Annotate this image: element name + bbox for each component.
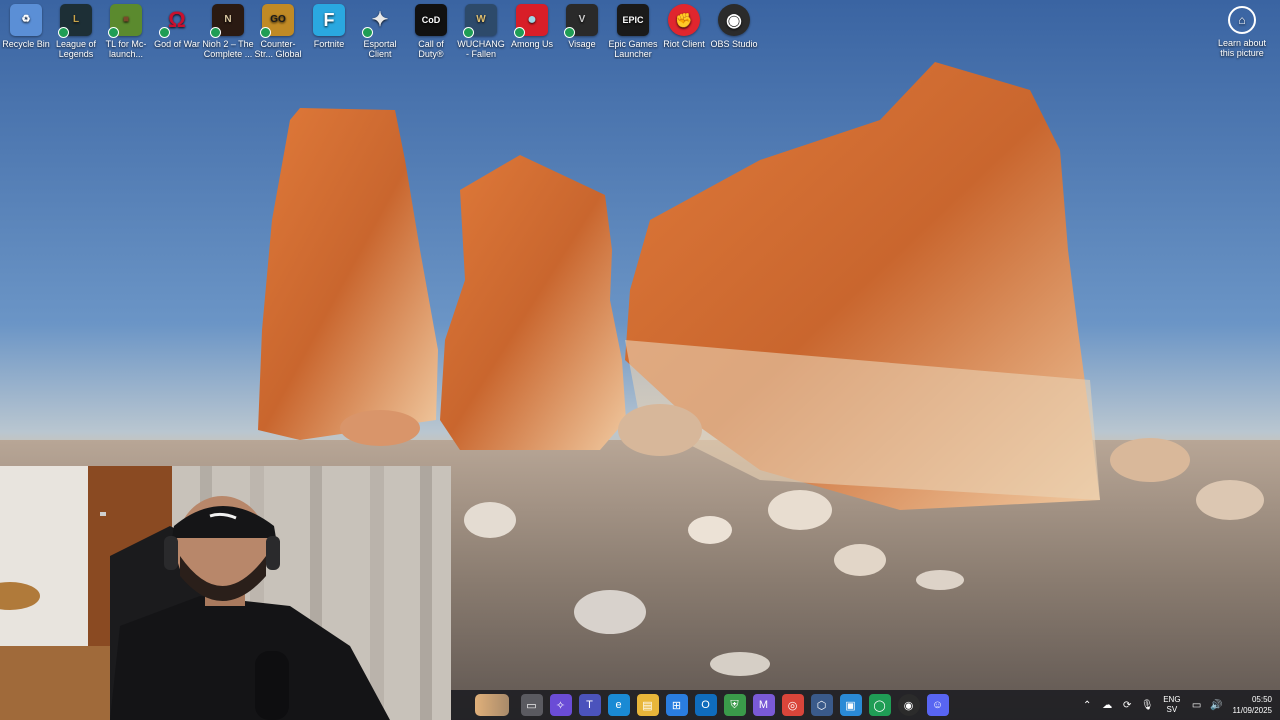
esportal-client-icon: ✦ xyxy=(362,4,396,38)
desktop-icon-label: WUCHANG - Fallen Feat... xyxy=(457,39,505,59)
god-of-war-icon: Ω xyxy=(159,4,193,38)
microphone-icon[interactable]: 🎙 xyxy=(1139,700,1155,711)
desktop-icon-label: God of War xyxy=(154,39,200,49)
desktop-icon-label: Call of Duty® xyxy=(418,39,444,59)
desktop-icon-wuchang[interactable]: W WUCHANG - Fallen Feat... xyxy=(455,4,507,59)
network-icon[interactable]: ▭ xyxy=(1189,700,1205,711)
desktop-icon-label: TL for Mc-launch... xyxy=(105,39,147,59)
desktop-icon-label: Visage xyxy=(568,39,596,49)
desktop-icon-counter-strike[interactable]: GO Counter-Str... Global Offe... xyxy=(252,4,304,59)
clock[interactable]: 05:50 11/09/2025 xyxy=(1233,694,1272,716)
desktop-icon-obs-studio[interactable]: ◉ OBS Studio xyxy=(708,4,760,49)
clock-date: 11/09/2025 xyxy=(1232,706,1272,715)
language-indicator[interactable]: ENG SV xyxy=(1163,695,1180,715)
desktop-icon-esportal[interactable]: ✦ Esportal Client xyxy=(354,4,406,59)
desktop-icon-nioh2[interactable]: N Nioh 2 – The Complete ... xyxy=(202,4,254,59)
desktop-icon-label: Nioh 2 – The Complete ... xyxy=(202,39,254,59)
file-manager-icon[interactable]: ▭ xyxy=(520,694,543,716)
taskbar: ▭ ✧ T e ▤ ⊞ O ⛨ M ◎ ⬡ ▣ ◯ ◉ ☺ ⌃ ☁ ⟳ 🎙 EN… xyxy=(451,690,1280,720)
m365-icon[interactable]: M xyxy=(752,694,775,716)
learn-about-picture-icon: ⌂ xyxy=(1228,6,1256,34)
epic-games-icon: EPIC xyxy=(617,4,649,36)
riot-client-icon: ✊ xyxy=(668,4,700,36)
nioh2-icon: N xyxy=(210,4,244,38)
recycle-bin-icon: ♻ xyxy=(10,4,42,36)
desktop-icon-recycle-bin[interactable]: ♻ Recycle Bin xyxy=(0,4,52,49)
edge-icon[interactable]: e xyxy=(607,694,630,716)
widgets-weather-icon[interactable] xyxy=(475,694,509,716)
obs-studio-icon: ◉ xyxy=(718,4,750,36)
discord-icon[interactable]: ☺ xyxy=(926,694,949,716)
desktop-icon-label: OBS Studio xyxy=(710,39,758,49)
volume-icon[interactable]: 🔊 xyxy=(1209,700,1225,711)
onedrive-cloud-icon[interactable]: ☁ xyxy=(1099,700,1115,711)
system-tray: ⌃ ☁ ⟳ 🎙 ENG SV ▭ 🔊 05:50 11/09/2025 xyxy=(1077,690,1280,720)
desktop-icon-god-of-war[interactable]: Ω God of War xyxy=(151,4,203,50)
desktop-icon-label: League of Legends xyxy=(55,39,97,59)
webcam-feed xyxy=(0,466,451,720)
copilot-icon[interactable]: ✧ xyxy=(549,694,572,716)
wuchang-icon: W xyxy=(463,4,497,38)
learn-about-picture-label: Learn about this picture xyxy=(1217,38,1267,58)
app-box-icon[interactable]: ⬡ xyxy=(810,694,833,716)
outlook-icon[interactable]: O xyxy=(694,694,717,716)
file-explorer-icon[interactable]: ▤ xyxy=(636,694,659,716)
desktop-icon-among-us[interactable]: ● Among Us xyxy=(506,4,558,49)
sync-icon[interactable]: ⟳ xyxy=(1119,700,1135,711)
desktop-icon-visage[interactable]: V Visage xyxy=(556,4,608,49)
language-primary: ENG xyxy=(1163,695,1181,704)
desktop-icon-call-of-duty[interactable]: CoD Call of Duty® xyxy=(405,4,457,59)
visage-icon: V xyxy=(564,4,598,38)
obs-taskbar-icon[interactable]: ◉ xyxy=(897,694,920,716)
tlauncher-icon: ■ xyxy=(108,4,142,38)
desktop-icon-tlauncher[interactable]: ■ TL for Mc-launch... xyxy=(100,4,152,59)
desktop-icon-label: Fortnite xyxy=(313,39,345,49)
league-of-legends-icon: L xyxy=(58,4,92,38)
clock-time: 05:50 xyxy=(1251,695,1272,704)
language-secondary: SV xyxy=(1166,705,1178,714)
counter-strike-icon: GO xyxy=(260,4,294,38)
photos-icon[interactable]: ▣ xyxy=(839,694,862,716)
desktop-icon-label: Among Us xyxy=(510,39,554,49)
xbox-icon[interactable]: ◯ xyxy=(868,694,891,716)
desktop-icon-epic-games[interactable]: EPIC Epic Games Launcher xyxy=(607,4,659,59)
fortnite-icon: F xyxy=(313,4,345,36)
vpn-shield-icon[interactable]: ⛨ xyxy=(723,694,746,716)
webcam-overlay xyxy=(0,466,451,720)
desktop-icon-label: Epic Games Launcher xyxy=(608,39,658,59)
teams-icon[interactable]: T xyxy=(578,694,601,716)
desktop-icon-label: Riot Client xyxy=(663,39,705,49)
desktop-icon-league-of-legends[interactable]: L League of Legends xyxy=(50,4,102,59)
desktop-icon-label: Esportal Client xyxy=(363,39,397,59)
chevron-up-icon[interactable]: ⌃ xyxy=(1079,700,1095,711)
store-icon[interactable]: ⊞ xyxy=(665,694,688,716)
desktop-icon-riot-client[interactable]: ✊ Riot Client xyxy=(658,4,710,49)
chrome-icon[interactable]: ◎ xyxy=(781,694,804,716)
desktop-icon-label: Recycle Bin xyxy=(2,39,50,49)
desktop-icon-label: Counter-Str... Global Offe... xyxy=(254,39,302,59)
call-of-duty-icon: CoD xyxy=(415,4,447,36)
among-us-icon: ● xyxy=(514,4,548,38)
desktop-icon-fortnite[interactable]: F Fortnite xyxy=(303,4,355,49)
learn-about-picture[interactable]: ⌂ Learn about this picture xyxy=(1212,6,1272,58)
